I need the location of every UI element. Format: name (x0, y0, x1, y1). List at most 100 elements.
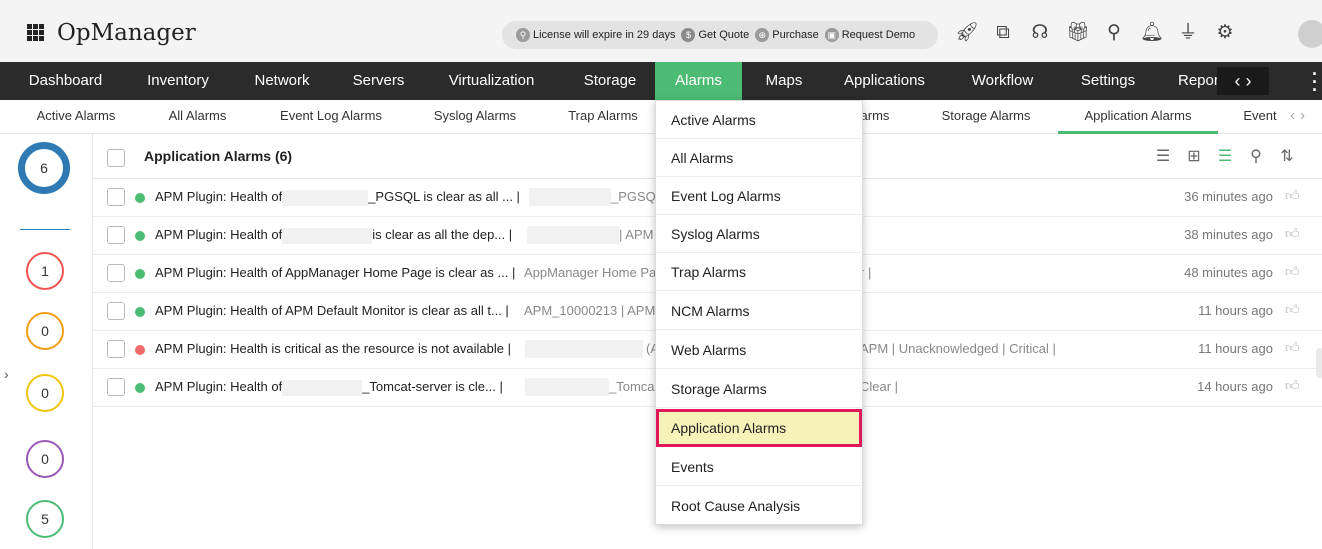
alarm-time: 11 hours ago (1198, 303, 1273, 318)
alarm-message[interactable]: APM Plugin: Health of AppManager Home Pa… (155, 265, 515, 280)
row-checkbox[interactable] (107, 302, 125, 320)
headset-icon[interactable]: ☊ (1029, 22, 1051, 44)
nav-item-applications[interactable]: Applications (826, 62, 943, 100)
license-bar: ⚲ License will expire in 29 days $ Get Q… (502, 21, 938, 49)
nav-item-virtualization[interactable]: Virtualization (418, 62, 565, 100)
clear-count-circle[interactable]: 5 (26, 500, 64, 538)
subnav-scroll-arrows[interactable]: ‹ › (1290, 107, 1305, 125)
more-menu-icon[interactable]: · · · (1312, 65, 1318, 99)
plug-icon[interactable]: ⏚ (1177, 22, 1199, 44)
nav-item-reports[interactable]: Report (1154, 62, 1224, 100)
critical-count-circle[interactable]: 1 (26, 252, 64, 290)
alarm-message[interactable]: APM Plugin: Health of APM Default Monito… (155, 303, 509, 318)
grid-view-icon[interactable]: ⊞ (1184, 146, 1204, 166)
license-expire-text: License will expire in 29 days (533, 29, 676, 41)
menu-item-ncm-alarms[interactable]: NCM Alarms (656, 292, 862, 330)
color-list-icon[interactable]: ☰ (1215, 146, 1235, 166)
menu-item-application-alarms[interactable]: Application Alarms (656, 409, 862, 447)
row-checkbox[interactable] (107, 226, 125, 244)
expand-panel-icon[interactable]: › (4, 366, 9, 382)
alarm-time: 14 hours ago (1197, 379, 1273, 394)
severity-panel: 6 1 0 0 0 5 › (0, 134, 93, 549)
search-icon[interactable]: ⚲ (1103, 22, 1125, 44)
alarm-message[interactable]: APM Plugin: Health of _Tomcat-server is c… (155, 379, 503, 396)
menu-item-all-alarms[interactable]: All Alarms (656, 139, 862, 177)
alarm-source: _PGSQ (611, 189, 656, 204)
menu-item-storage-alarms[interactable]: Storage Alarms (656, 370, 862, 408)
total-alarms-circle[interactable]: 6 (18, 142, 70, 194)
acknowledge-icon[interactable]: 👍︎ (1285, 339, 1300, 356)
attention-count-circle[interactable]: 0 (26, 440, 64, 478)
app-title: OpManager (57, 20, 196, 46)
subnav-all-alarms[interactable]: All Alarms (150, 100, 245, 131)
subnav-syslog-alarms[interactable]: Syslog Alarms (421, 100, 529, 131)
alarm-details: Clear | (860, 379, 899, 394)
row-checkbox[interactable] (107, 340, 125, 358)
acknowledge-icon[interactable]: 👍︎ (1285, 225, 1300, 242)
search-icon[interactable]: ⚲ (1246, 146, 1266, 166)
menu-item-trap-alarms[interactable]: Trap Alarms (656, 253, 862, 291)
get-quote-link[interactable]: Get Quote (698, 29, 749, 41)
apps-grid-icon[interactable] (27, 24, 44, 41)
nav-item-servers[interactable]: Servers (339, 62, 418, 100)
purchase-link[interactable]: Purchase (772, 29, 818, 41)
acknowledge-icon[interactable]: 👍︎ (1285, 187, 1300, 204)
status-dot (135, 383, 145, 393)
subnav-application-alarms[interactable]: Application Alarms (1058, 100, 1218, 134)
sort-icon[interactable]: ⇅ (1277, 146, 1297, 166)
status-dot (135, 193, 145, 203)
subnav-trap-alarms[interactable]: Trap Alarms (557, 100, 649, 131)
right-panel-handle[interactable] (1316, 348, 1322, 378)
nav-item-network[interactable]: Network (225, 62, 339, 100)
alarm-time: 38 minutes ago (1184, 227, 1273, 242)
alarm-source: AppManager Home Pa (524, 265, 656, 280)
row-checkbox[interactable] (107, 188, 125, 206)
menu-item-active-alarms[interactable]: Active Alarms (656, 101, 862, 139)
subnav-event-log-alarms[interactable]: Event Log Alarms (268, 100, 394, 131)
request-demo-link[interactable]: Request Demo (842, 29, 915, 41)
row-checkbox[interactable] (107, 264, 125, 282)
nav-item-storage[interactable]: Storage (565, 62, 655, 100)
menu-item-event-log-alarms[interactable]: Event Log Alarms (656, 177, 862, 215)
presentation-icon[interactable]: ⧉ (992, 22, 1014, 44)
gift-icon[interactable]: 🎁︎ (1066, 22, 1090, 44)
redacted-source (525, 340, 643, 358)
main-nav: Dashboard Inventory Network Servers Virt… (0, 62, 1322, 100)
alarm-message[interactable]: APM Plugin: Health is critical as the re… (155, 341, 511, 356)
trouble-count-circle[interactable]: 0 (26, 374, 64, 412)
list-view-icon[interactable]: ☰ (1153, 146, 1173, 166)
bell-icon[interactable]: 🔔︎ (1140, 22, 1164, 44)
nav-item-dashboard[interactable]: Dashboard (0, 62, 131, 100)
alarm-source: | APM (619, 227, 654, 242)
nav-item-settings[interactable]: Settings (1062, 62, 1154, 100)
nav-scroll-arrows[interactable]: ‹ › (1217, 67, 1269, 95)
menu-item-web-alarms[interactable]: Web Alarms (656, 331, 862, 369)
status-dot (135, 345, 145, 355)
nav-item-inventory[interactable]: Inventory (131, 62, 225, 100)
select-all-checkbox[interactable] (107, 149, 125, 167)
alarm-source: _Tomca (609, 379, 655, 394)
alarm-message[interactable]: APM Plugin: Health of _PGSQL is clear as … (155, 189, 520, 206)
nav-item-alarms[interactable]: Alarms (655, 62, 742, 100)
menu-item-syslog-alarms[interactable]: Syslog Alarms (656, 215, 862, 253)
top-icon-group: 🚀︎ ⧉ ☊ 🎁︎ ⚲ 🔔︎ ⏚ ⚙ (955, 22, 1251, 44)
menu-item-events[interactable]: Events (656, 448, 862, 486)
acknowledge-icon[interactable]: 👍︎ (1285, 263, 1300, 280)
redacted-source (529, 188, 611, 206)
menu-item-root-cause-analysis[interactable]: Root Cause Analysis (656, 487, 862, 525)
acknowledge-icon[interactable]: 👍︎ (1285, 301, 1300, 318)
rocket-icon[interactable]: 🚀︎ (955, 22, 979, 44)
row-checkbox[interactable] (107, 378, 125, 396)
table-title: Application Alarms (6) (144, 148, 293, 164)
subnav-events[interactable]: Event (1238, 100, 1282, 131)
alarm-message[interactable]: APM Plugin: Health of is clear as all the… (155, 227, 512, 244)
license-icon: ⚲ (516, 28, 530, 42)
gear-icon[interactable]: ⚙ (1214, 22, 1236, 44)
subnav-active-alarms[interactable]: Active Alarms (22, 100, 130, 131)
nav-item-workflow[interactable]: Workflow (943, 62, 1062, 100)
nav-item-maps[interactable]: Maps (742, 62, 826, 100)
user-avatar[interactable] (1298, 20, 1322, 48)
subnav-storage-alarms[interactable]: Storage Alarms (930, 100, 1042, 131)
major-count-circle[interactable]: 0 (26, 312, 64, 350)
acknowledge-icon[interactable]: 👍︎ (1285, 377, 1300, 394)
